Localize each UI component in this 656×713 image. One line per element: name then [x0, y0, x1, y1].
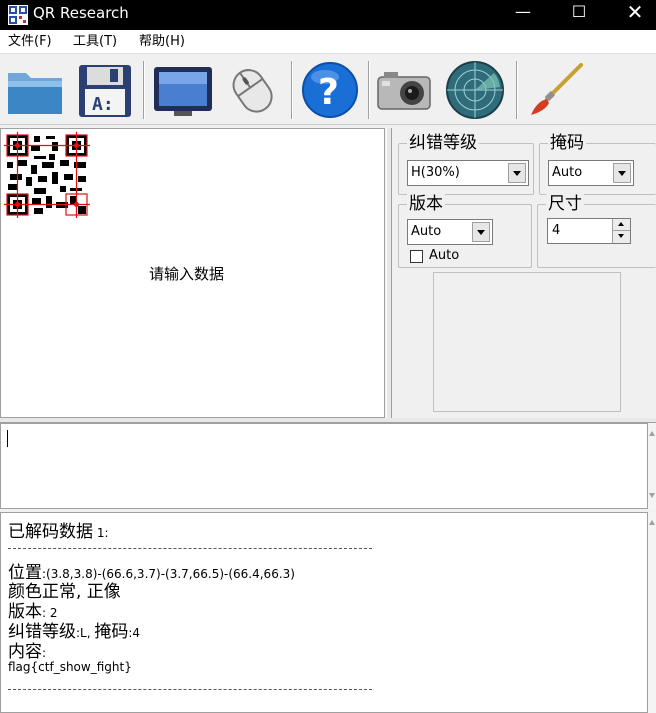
content-line: 内容: [8, 637, 46, 662]
decoded-count: 1: [93, 526, 109, 540]
mask-group: 掩码 Auto [539, 133, 656, 195]
toolbar-separator [516, 61, 518, 119]
mask-label: 掩码 [548, 133, 586, 153]
screen-capture-button[interactable] [150, 59, 216, 121]
divider [8, 548, 372, 549]
settings-panel: 纠错等级 H(30%) 掩码 Auto 版本 Auto Auto 尺寸 4 [393, 128, 656, 418]
decode-output[interactable]: 已解码数据 1: 位置:(3.8,3.8)-(66.6,3.7)-(3.7,66… [0, 512, 648, 713]
svg-text:?: ? [318, 72, 339, 113]
brush-button[interactable] [523, 59, 589, 121]
network-button[interactable] [442, 59, 508, 121]
mask-line-label: 掩码 [94, 622, 129, 642]
mouse-icon [232, 69, 273, 113]
vertical-splitter[interactable] [386, 128, 392, 418]
size-value: 4 [552, 223, 561, 238]
spin-up-icon[interactable] [613, 219, 630, 231]
mask-select[interactable]: Auto [548, 160, 634, 186]
data-input-field[interactable] [0, 423, 648, 509]
monitor-icon [154, 67, 212, 116]
input-hint: 请输入数据 [149, 265, 225, 283]
toolbar-separator [143, 61, 145, 119]
content-colon: : [42, 646, 47, 660]
decoded-header-label: 已解码数据 [8, 522, 93, 542]
version-auto-label: Auto [429, 248, 460, 263]
camera-button[interactable] [372, 59, 438, 121]
brush-icon [531, 63, 583, 115]
size-stepper[interactable]: 4 [547, 218, 631, 244]
window-title: QR Research [33, 4, 129, 22]
svg-text:A:: A: [92, 94, 114, 115]
size-group: 尺寸 4 [537, 194, 656, 268]
open-button[interactable] [3, 59, 69, 121]
scroll-down-icon[interactable] [649, 493, 655, 498]
ecc-select[interactable]: H(30%) [407, 160, 529, 186]
save-button[interactable]: A: [72, 59, 138, 121]
content-value: flag{ctf_show_fight} [8, 660, 132, 674]
qr-code-thumbnail [4, 132, 90, 218]
spin-down-icon[interactable] [613, 231, 630, 243]
minimize-button[interactable]: — [500, 0, 546, 30]
chevron-down-icon[interactable] [508, 163, 526, 183]
decoded-header: 已解码数据 1: [8, 517, 109, 542]
app-qr-icon [8, 5, 28, 25]
scroll-up-icon[interactable] [649, 431, 655, 436]
qr-research-window: QR Research — ☐ ✕ 文件(F) 工具(T) 帮助(H) A: ?… [0, 0, 656, 713]
qr-preview-pane[interactable]: 请输入数据 [0, 128, 385, 418]
close-button[interactable]: ✕ [612, 0, 656, 30]
menu-tools[interactable]: 工具(T) [73, 33, 117, 51]
save-icon: A: [79, 65, 131, 117]
menu-help[interactable]: 帮助(H) [139, 33, 185, 51]
help-button[interactable]: ? [297, 59, 363, 121]
chevron-down-icon[interactable] [472, 222, 490, 242]
menu-file[interactable]: 文件(F) [8, 33, 52, 51]
code-preview-box [433, 272, 621, 412]
ecc-group: 纠错等级 H(30%) [398, 133, 534, 195]
text-caret [7, 430, 8, 447]
mask-line-value: :4 [128, 626, 141, 640]
toolbar: A: ? [0, 55, 656, 125]
mask-value: Auto [552, 165, 583, 180]
version-auto-checkbox[interactable] [410, 250, 423, 263]
title-bar: QR Research — ☐ ✕ [0, 0, 656, 30]
ecc-label: 纠错等级 [407, 133, 479, 153]
chevron-down-icon[interactable] [613, 163, 631, 183]
maximize-button[interactable]: ☐ [556, 0, 602, 30]
divider [8, 689, 372, 690]
toolbar-separator [291, 61, 293, 119]
size-label: 尺寸 [546, 194, 584, 214]
help-icon: ? [302, 62, 358, 118]
menu-bar: 文件(F) 工具(T) 帮助(H) [0, 30, 656, 54]
input-scrollbar[interactable] [648, 423, 656, 509]
folder-icon [8, 73, 62, 114]
ecc-line-value: :L, [76, 626, 95, 640]
toolbar-separator [368, 61, 370, 119]
globe-icon [446, 61, 504, 119]
camera-icon [377, 72, 431, 110]
mouse-capture-button[interactable] [219, 59, 285, 121]
size-spin-buttons [612, 219, 630, 243]
output-scrollbar[interactable] [648, 512, 656, 713]
ecc-value: H(30%) [411, 165, 460, 180]
version-label: 版本 [407, 194, 445, 214]
content-label: 内容 [8, 642, 42, 662]
scroll-up-icon[interactable] [649, 520, 655, 525]
version-group: 版本 Auto Auto [398, 194, 532, 268]
version-select[interactable]: Auto [407, 219, 493, 245]
version-value: Auto [411, 224, 442, 239]
